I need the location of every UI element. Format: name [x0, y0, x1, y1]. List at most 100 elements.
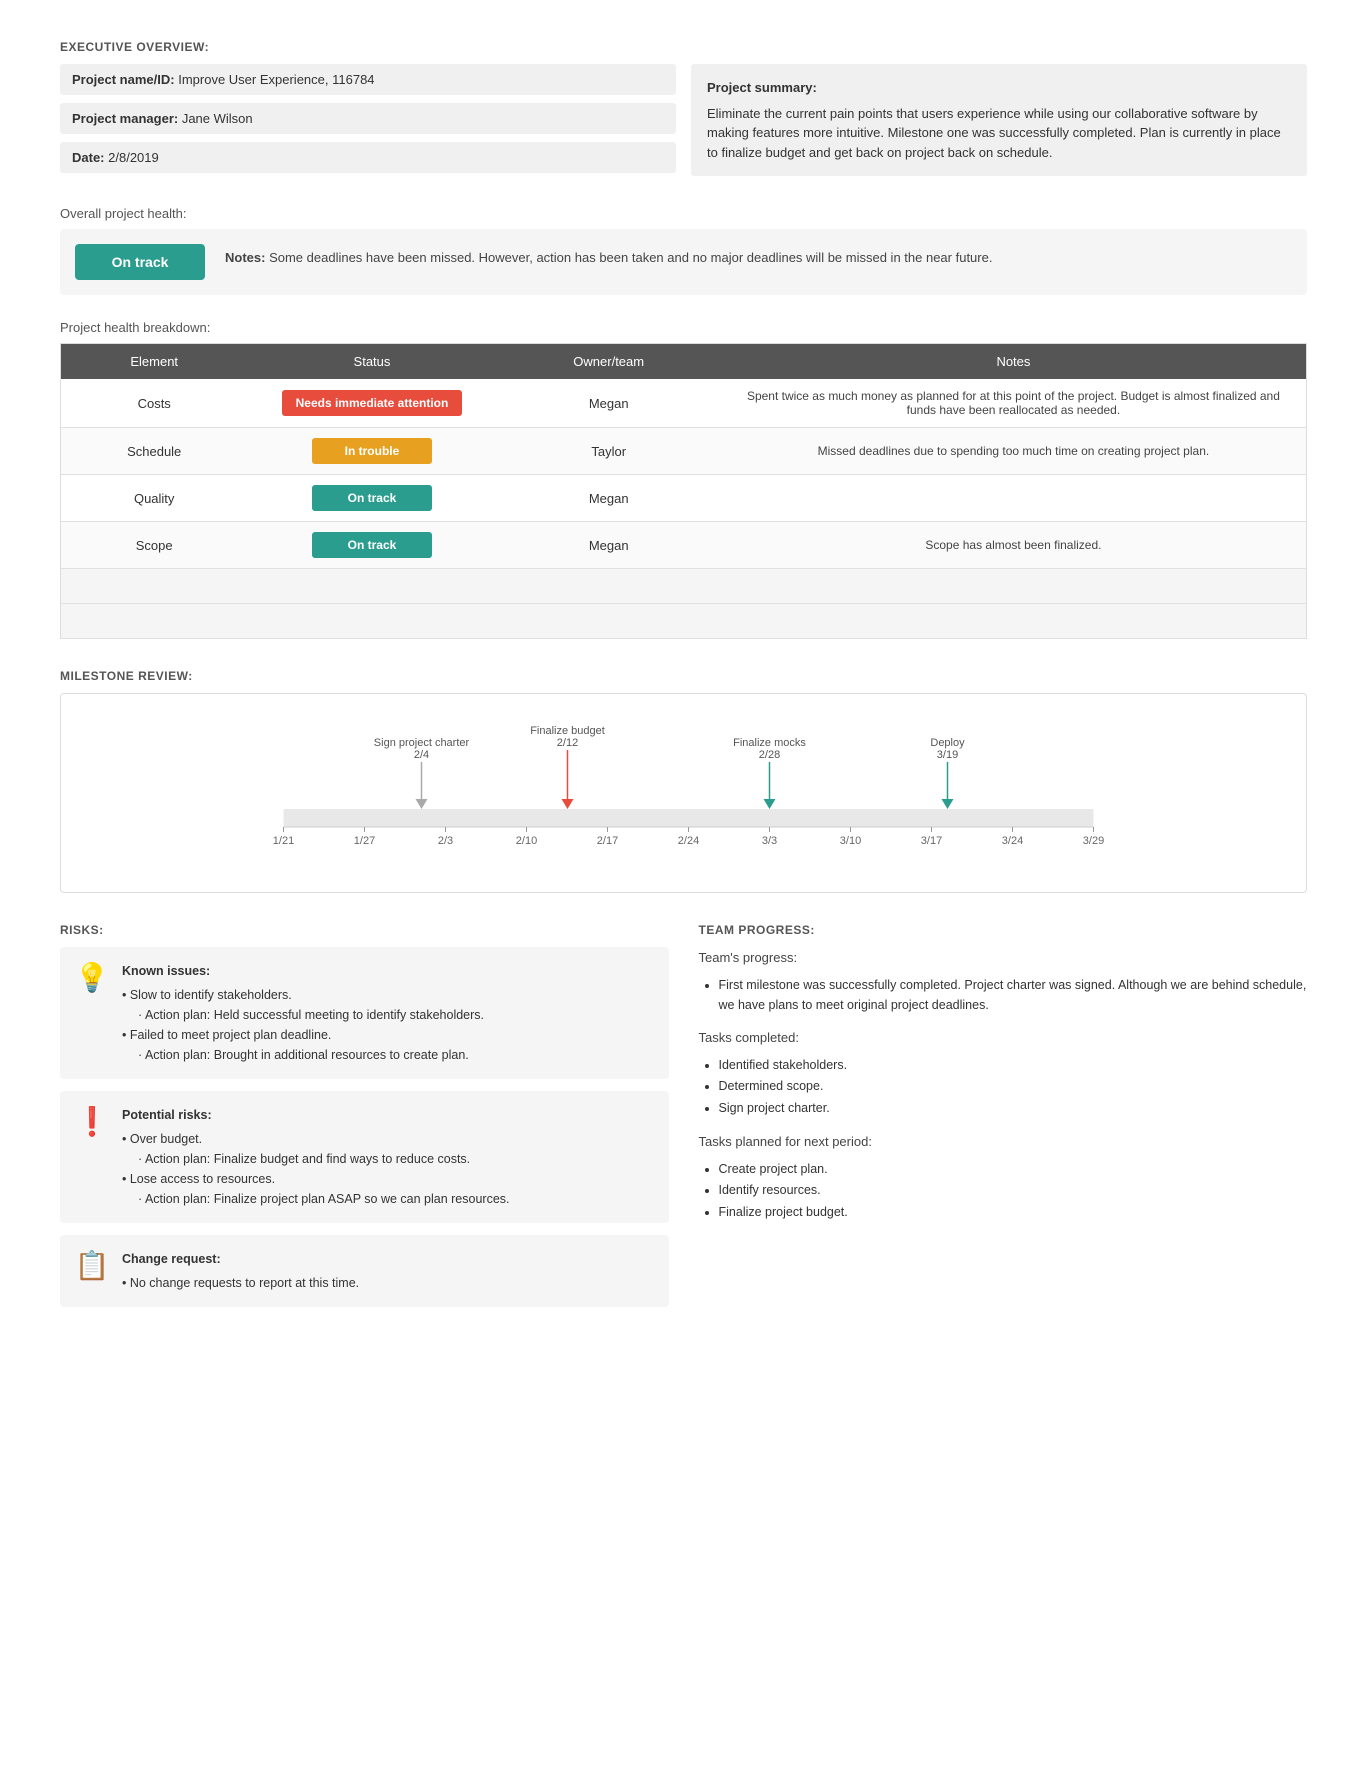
planned-task-item: Finalize project budget.: [719, 1202, 1308, 1223]
risk-content-line: • Lose access to resources.: [122, 1169, 510, 1189]
manager-value: Jane Wilson: [182, 111, 253, 126]
table-row: Costs Needs immediate attention MeganSpent…: [61, 379, 1307, 428]
owner-cell: Megan: [497, 522, 721, 569]
element-cell: Scope: [61, 522, 248, 569]
owner-cell: Megan: [497, 379, 721, 428]
risk-content-line: · Action plan: Finalize project plan ASA…: [122, 1189, 510, 1209]
project-name-label: Project name/ID:: [72, 72, 175, 87]
manager-label: Project manager:: [72, 111, 178, 126]
col-header-notes: Notes: [721, 344, 1307, 380]
risk-content: Change request: • No change requests to r…: [122, 1249, 359, 1293]
svg-text:3/17: 3/17: [921, 835, 942, 847]
risk-content-line: · Action plan: Finalize budget and find …: [122, 1149, 510, 1169]
bottom-section: RISKS: 💡Known issues:• Slow to identify …: [60, 923, 1307, 1319]
risk-icon: ❗: [74, 1105, 110, 1138]
risks-container: 💡 Known issues: • Slow to identify stakeho…: [60, 947, 669, 1307]
table-row: Schedule In trouble TaylorMissed deadlines…: [61, 428, 1307, 475]
svg-text:1/27: 1/27: [354, 835, 375, 847]
status-cell: Needs immediate attention: [247, 379, 496, 428]
date-row: Date: 2/8/2019: [60, 142, 676, 173]
planned-task-item: Create project plan.: [719, 1159, 1308, 1180]
risk-content-line: · Action plan: Brought in additional res…: [122, 1045, 484, 1065]
health-breakdown-section: Project health breakdown: Element Status…: [60, 320, 1307, 639]
milestone-title: MILESTONE REVIEW:: [60, 669, 1307, 683]
risk-content-line: • Slow to identify stakeholders.: [122, 985, 484, 1005]
status-badge: On track: [312, 485, 432, 511]
completed-task-item: Determined scope.: [719, 1076, 1308, 1097]
risk-heading: Potential risks:: [122, 1105, 510, 1125]
svg-text:2/12: 2/12: [557, 737, 578, 749]
col-header-owner: Owner/team: [497, 344, 721, 380]
breakdown-table: Element Status Owner/team Notes CostsNee…: [60, 343, 1307, 639]
completed-task-item: Sign project charter.: [719, 1098, 1308, 1119]
owner-cell: Megan: [497, 475, 721, 522]
risk-content-line: • Over budget.: [122, 1129, 510, 1149]
svg-text:2/17: 2/17: [597, 835, 618, 847]
element-cell: Costs: [61, 379, 248, 428]
status-cell: In trouble: [247, 428, 496, 475]
exec-grid: Project name/ID: Improve User Experience…: [60, 64, 1307, 176]
summary-label: Project summary:: [707, 78, 1291, 98]
risk-content-line: · Action plan: Held successful meeting t…: [122, 1005, 484, 1025]
risk-item: 💡 Known issues: • Slow to identify stakeho…: [60, 947, 669, 1079]
svg-text:2/28: 2/28: [759, 749, 780, 761]
progress-label: Team's progress:: [699, 947, 1308, 969]
svg-text:2/10: 2/10: [516, 835, 537, 847]
risk-content-line: • Failed to meet project plan deadline.: [122, 1025, 484, 1045]
risk-heading: Change request:: [122, 1249, 359, 1269]
table-row-empty: [61, 604, 1307, 639]
exec-left-col: Project name/ID: Improve User Experience…: [60, 64, 676, 176]
notes-cell: Spent twice as much money as planned for…: [721, 379, 1307, 428]
notes-cell: Missed deadlines due to spending too muc…: [721, 428, 1307, 475]
svg-text:3/29: 3/29: [1083, 835, 1104, 847]
overall-health-section: Overall project health: On track Notes: …: [60, 206, 1307, 295]
team-progress-section: TEAM PROGRESS: Team's progress: First mi…: [699, 923, 1308, 1319]
status-badge: Needs immediate attention: [282, 390, 463, 416]
notes-text: Some deadlines have been missed. However…: [269, 250, 992, 265]
element-cell: Schedule: [61, 428, 248, 475]
progress-text-item: First milestone was successfully complet…: [719, 975, 1308, 1015]
notes-cell: Scope has almost been finalized.: [721, 522, 1307, 569]
breakdown-label: Project health breakdown:: [60, 320, 1307, 335]
risk-item: ❗ Potential risks: • Over budget. · Action…: [60, 1091, 669, 1223]
table-row: ScopeOn trackMeganScope has almost been …: [61, 522, 1307, 569]
svg-text:Deploy: Deploy: [930, 737, 965, 749]
milestone-chart: Sign project charter 2/4 Finalize budget…: [60, 693, 1307, 893]
summary-text: Eliminate the current pain points that u…: [707, 106, 1281, 160]
date-value: 2/8/2019: [108, 150, 159, 165]
notes-cell: [721, 475, 1307, 522]
planned-task-item: Identify resources.: [719, 1180, 1308, 1201]
manager-row: Project manager: Jane Wilson: [60, 103, 676, 134]
svg-text:2/3: 2/3: [438, 835, 453, 847]
team-progress-box: Team's progress: First milestone was suc…: [699, 947, 1308, 1223]
timeline-svg: Sign project charter 2/4 Finalize budget…: [81, 714, 1286, 874]
svg-text:Sign project charter: Sign project charter: [374, 737, 470, 749]
risk-heading: Known issues:: [122, 961, 484, 981]
overall-health-label: Overall project health:: [60, 206, 1307, 221]
date-label: Date:: [72, 150, 105, 165]
health-notes-box: Notes: Some deadlines have been missed. …: [225, 244, 992, 268]
risk-content-line: • No change requests to report at this t…: [122, 1273, 359, 1293]
completed-label: Tasks completed:: [699, 1027, 1308, 1049]
project-summary-box: Project summary: Eliminate the current p…: [691, 64, 1307, 176]
svg-text:Finalize mocks: Finalize mocks: [733, 737, 806, 749]
overall-status-badge: On track: [75, 244, 205, 280]
col-header-status: Status: [247, 344, 496, 380]
svg-text:3/3: 3/3: [762, 835, 777, 847]
svg-text:3/24: 3/24: [1002, 835, 1023, 847]
planned-label: Tasks planned for next period:: [699, 1131, 1308, 1153]
risk-icon: 💡: [74, 961, 110, 994]
table-row: Quality On track Megan: [61, 475, 1307, 522]
risk-icon: 📋: [74, 1249, 110, 1282]
health-overall-box: On track Notes: Some deadlines have been…: [60, 229, 1307, 295]
status-badge: In trouble: [312, 438, 432, 464]
svg-text:2/4: 2/4: [414, 749, 429, 761]
svg-text:3/19: 3/19: [937, 749, 958, 761]
owner-cell: Taylor: [497, 428, 721, 475]
project-name-row: Project name/ID: Improve User Experience…: [60, 64, 676, 95]
risk-content: Known issues: • Slow to identify stakehol…: [122, 961, 484, 1065]
element-cell: Quality: [61, 475, 248, 522]
svg-text:Finalize budget: Finalize budget: [530, 725, 605, 737]
notes-label: Notes:: [225, 250, 265, 265]
status-cell: On track: [247, 475, 496, 522]
